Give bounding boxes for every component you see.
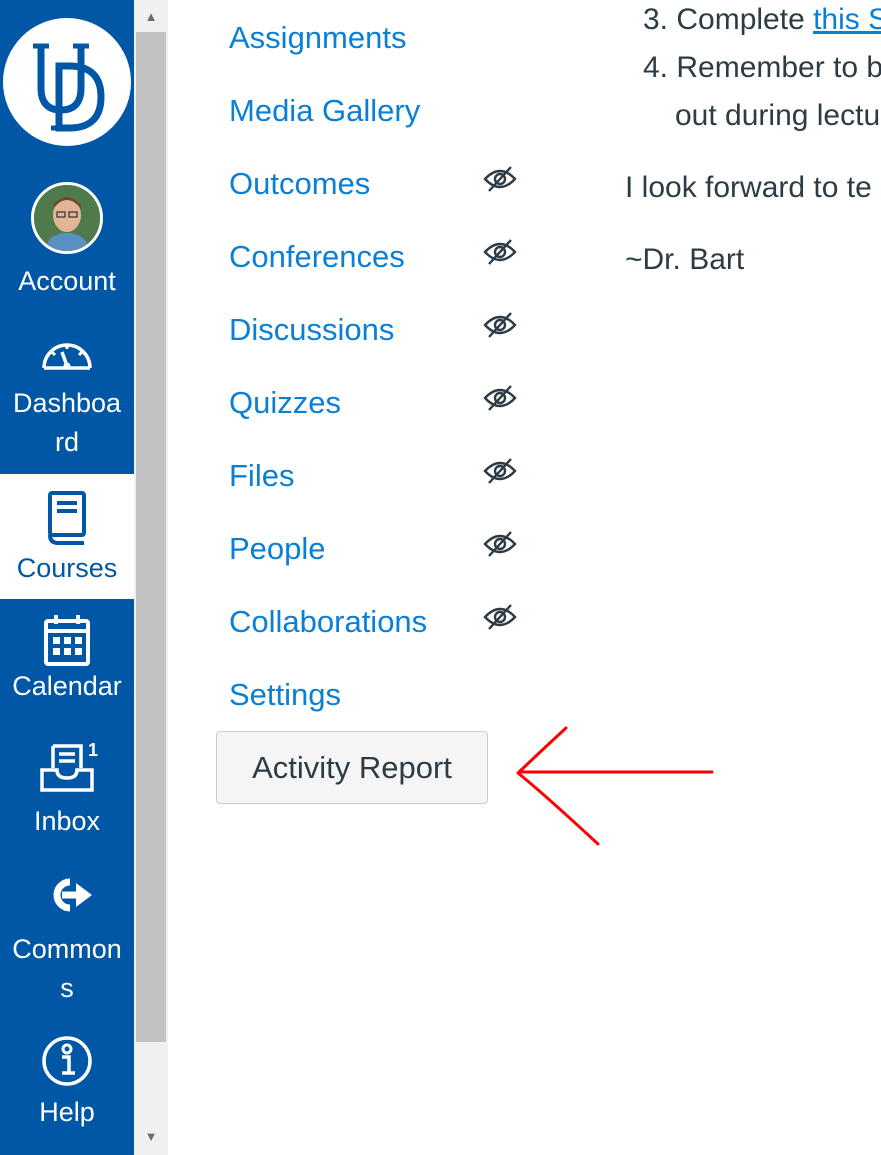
nav-inbox[interactable]: Inbox: [0, 742, 134, 842]
scroll-up-arrow[interactable]: ▲: [134, 2, 168, 30]
hidden-eye-icon: [483, 166, 517, 192]
nav-commons-label-line2: s: [60, 973, 74, 1003]
scroll-down-arrow[interactable]: ▼: [134, 1122, 168, 1150]
course-nav-media-gallery[interactable]: Media Gallery: [229, 91, 420, 131]
nav-dashboard[interactable]: Dashboa rd: [0, 336, 134, 466]
nav-dashboard-label-line1: Dashboa: [12, 388, 122, 418]
vertical-scrollbar[interactable]: ▲ ▼: [134, 0, 168, 1155]
avatar: [31, 182, 103, 254]
hidden-eye-icon: [483, 239, 517, 265]
courses-icon: [48, 491, 86, 545]
signature: ~Dr. Bart: [625, 243, 745, 276]
course-nav-assignments[interactable]: Assignments: [229, 18, 406, 58]
annotation-arrow: [516, 726, 714, 846]
inbox-icon: [40, 744, 94, 792]
global-navigation: Account Dashboa rd Courses Calendar Inbo…: [0, 0, 134, 1155]
nav-commons-label-line1: Common: [12, 934, 122, 964]
nav-account-label: Account: [18, 266, 116, 296]
course-nav-quizzes[interactable]: Quizzes: [229, 383, 341, 423]
help-icon: [42, 1036, 92, 1086]
course-nav-settings[interactable]: Settings: [229, 675, 341, 715]
commons-icon: [53, 878, 92, 912]
course-nav-files[interactable]: Files: [229, 456, 294, 496]
nav-dashboard-label-line2: rd: [54, 427, 79, 457]
closing-paragraph: I look forward to te: [625, 171, 872, 204]
nav-help-label: Help: [39, 1097, 95, 1127]
nav-courses-label: Courses: [16, 553, 118, 583]
scrollbar-thumb[interactable]: [136, 32, 166, 1042]
hidden-eye-icon: [483, 531, 517, 557]
course-nav-people[interactable]: People: [229, 529, 326, 569]
nav-calendar[interactable]: Calendar: [0, 613, 134, 713]
list-item-3: 3. Complete this S: [643, 0, 881, 40]
activity-report-button[interactable]: Activity Report: [216, 731, 488, 804]
course-nav-outcomes[interactable]: Outcomes: [229, 164, 370, 204]
nav-commons[interactable]: Common s: [0, 872, 134, 1003]
inbox-badge: 1: [88, 740, 99, 760]
list-item-4-line2: out during lectu: [675, 99, 881, 132]
hidden-eye-icon: [483, 458, 517, 484]
list-item-4-line1: 4. Remember to b: [643, 51, 881, 84]
course-nav-discussions[interactable]: Discussions: [229, 310, 394, 350]
nav-courses[interactable]: Courses: [0, 474, 134, 599]
hidden-eye-icon: [483, 385, 517, 411]
ud-logo[interactable]: [3, 18, 131, 146]
survey-link[interactable]: this S: [813, 3, 881, 36]
calendar-icon: [44, 615, 90, 666]
nav-account[interactable]: Account: [0, 182, 134, 300]
dashboard-icon: [42, 343, 92, 370]
course-nav-conferences[interactable]: Conferences: [229, 237, 405, 277]
list-item-3-text: 3. Complete: [643, 3, 814, 36]
course-nav-collaborations[interactable]: Collaborations: [229, 602, 427, 642]
nav-help[interactable]: Help: [0, 1035, 134, 1135]
hidden-eye-icon: [483, 604, 517, 630]
hidden-eye-icon: [483, 312, 517, 338]
nav-calendar-label: Calendar: [12, 671, 122, 701]
nav-inbox-label: Inbox: [33, 806, 101, 836]
